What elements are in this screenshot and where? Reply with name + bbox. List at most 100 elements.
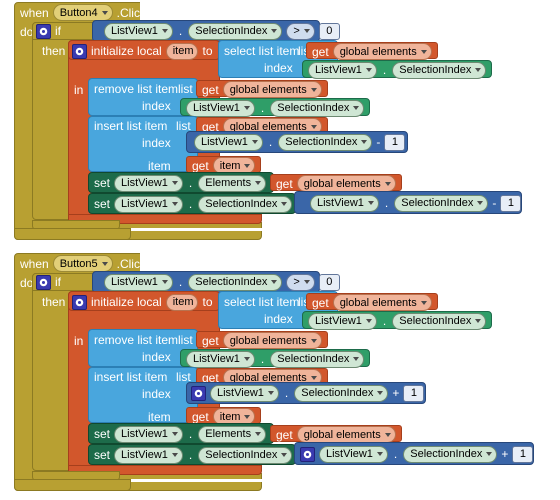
insert-index-math-row-2[interactable]: ListView1 . SelectionIndex + 1: [191, 384, 425, 402]
dropdown-caret-icon[interactable]: [281, 202, 288, 206]
dropdown-caret-icon[interactable]: [353, 106, 360, 110]
blocks-canvas[interactable]: when Button4 .Click do if ListView1 . Se…: [0, 0, 560, 500]
dropdown-caret-icon[interactable]: [486, 452, 493, 456]
property-dropdown[interactable]: SelectionIndex: [270, 350, 365, 368]
set-elements-row-2[interactable]: set ListView1 . Elements to: [94, 425, 280, 443]
component-dropdown[interactable]: ListView1: [308, 312, 377, 330]
set-component-dropdown-2[interactable]: ListView1: [114, 195, 183, 213]
get-item-insert-1[interactable]: get item: [186, 156, 262, 174]
dropdown-caret-icon[interactable]: [171, 432, 178, 436]
component-dropdown-button4[interactable]: Button4: [52, 4, 113, 21]
dropdown-caret-icon[interactable]: [420, 49, 427, 54]
dropdown-caret-icon[interactable]: [255, 181, 262, 185]
global-var-dropdown[interactable]: global elements: [296, 426, 396, 443]
compare-left-component-1[interactable]: ListView1: [104, 22, 173, 40]
set-selectionindex-row-2[interactable]: set ListView1 . SelectionIndex to: [94, 446, 306, 464]
dropdown-caret-icon[interactable]: [365, 68, 372, 72]
property-dropdown[interactable]: SelectionIndex: [294, 384, 389, 402]
math-operand-value[interactable]: 1: [403, 384, 425, 402]
compare-left-component-2[interactable]: ListView1: [104, 273, 173, 291]
compare-right-value-1[interactable]: 0: [318, 22, 340, 40]
dropdown-caret-icon[interactable]: [255, 432, 262, 436]
dropdown-caret-icon[interactable]: [281, 453, 288, 457]
get-global-elements-set-1[interactable]: get global elements: [270, 174, 402, 192]
global-var-dropdown[interactable]: global elements: [332, 294, 432, 311]
dropdown-caret-icon[interactable]: [377, 391, 384, 395]
component-dropdown-button5[interactable]: Button5: [52, 255, 113, 272]
dropdown-caret-icon[interactable]: [353, 357, 360, 361]
get-global-elements-remove-1[interactable]: get global elements: [196, 80, 328, 98]
set-property-dropdown-1[interactable]: Elements: [198, 174, 267, 192]
compare-row-1[interactable]: ListView1 . SelectionIndex > 0: [104, 22, 340, 40]
dropdown-caret-icon[interactable]: [310, 375, 317, 380]
component-dropdown[interactable]: ListView1: [310, 194, 379, 212]
component-dropdown[interactable]: ListView1: [319, 445, 388, 463]
mutator-gear-icon[interactable]: [72, 43, 87, 59]
dropdown-caret-icon[interactable]: [101, 10, 108, 15]
component-dropdown[interactable]: ListView1: [308, 61, 377, 79]
dropdown-caret-icon[interactable]: [244, 414, 251, 419]
component-dropdown[interactable]: ListView1: [186, 350, 255, 368]
dropdown-caret-icon[interactable]: [161, 29, 168, 33]
set-elements-row-1[interactable]: set ListView1 . Elements to: [94, 174, 280, 192]
dropdown-caret-icon[interactable]: [475, 68, 482, 72]
event-header-button4[interactable]: when Button4 .Click: [20, 4, 146, 21]
dropdown-caret-icon[interactable]: [161, 280, 168, 284]
dropdown-caret-icon[interactable]: [384, 432, 391, 437]
set-selectionindex-row-1[interactable]: set ListView1 . SelectionIndex to: [94, 195, 306, 213]
dropdown-caret-icon[interactable]: [376, 452, 383, 456]
dropdown-caret-icon[interactable]: [244, 163, 251, 168]
mutator-gear-icon[interactable]: [72, 294, 87, 310]
dropdown-caret-icon[interactable]: [171, 453, 178, 457]
dropdown-caret-icon[interactable]: [475, 319, 482, 323]
insert-index-math-row-1[interactable]: ListView1 . SelectionIndex - 1: [194, 133, 406, 151]
property-dropdown[interactable]: SelectionIndex: [403, 445, 498, 463]
get-global-elements-select-2[interactable]: get global elements: [306, 293, 438, 311]
set-component-dropdown-4[interactable]: ListView1: [114, 446, 183, 464]
dropdown-caret-icon[interactable]: [384, 181, 391, 186]
mutator-gear-icon[interactable]: [36, 274, 51, 290]
dropdown-caret-icon[interactable]: [310, 87, 317, 92]
component-dropdown[interactable]: ListView1: [194, 133, 263, 151]
math-operand-value[interactable]: 1: [512, 445, 534, 463]
dropdown-caret-icon[interactable]: [271, 280, 278, 284]
global-var-dropdown[interactable]: global elements: [222, 332, 322, 349]
get-global-elements-select-1[interactable]: get global elements: [306, 42, 438, 60]
if-row-1[interactable]: if: [36, 23, 61, 39]
get-global-elements-set-2[interactable]: get global elements: [270, 425, 402, 443]
dropdown-caret-icon[interactable]: [171, 181, 178, 185]
dropdown-caret-icon[interactable]: [365, 319, 372, 323]
component-dropdown[interactable]: ListView1: [186, 99, 255, 117]
mutator-gear-icon[interactable]: [36, 23, 51, 39]
init-local-row-2[interactable]: initialize local item to: [72, 293, 213, 311]
local-var-name-1[interactable]: item: [165, 42, 199, 60]
listview-selectionindex-remove-2[interactable]: ListView1 . SelectionIndex: [180, 349, 371, 368]
local-var-name-2[interactable]: item: [165, 293, 199, 311]
dropdown-caret-icon[interactable]: [251, 140, 258, 144]
dropdown-caret-icon[interactable]: [101, 261, 108, 266]
global-var-dropdown[interactable]: global elements: [222, 81, 322, 98]
compare-operator-2[interactable]: >: [286, 273, 315, 291]
dropdown-caret-icon[interactable]: [267, 391, 274, 395]
dropdown-caret-icon[interactable]: [243, 357, 250, 361]
compare-operator-1[interactable]: >: [286, 22, 315, 40]
if-row-2[interactable]: if: [36, 274, 61, 290]
property-dropdown[interactable]: SelectionIndex: [270, 99, 365, 117]
set-component-dropdown-3[interactable]: ListView1: [114, 425, 183, 443]
dropdown-caret-icon[interactable]: [477, 201, 484, 205]
get-global-elements-remove-2[interactable]: get global elements: [196, 331, 328, 349]
property-dropdown[interactable]: SelectionIndex: [278, 133, 373, 151]
dropdown-caret-icon[interactable]: [171, 202, 178, 206]
global-var-dropdown[interactable]: global elements: [296, 175, 396, 192]
property-dropdown[interactable]: SelectionIndex: [392, 61, 487, 79]
mutator-gear-icon[interactable]: [300, 446, 315, 462]
listview-selectionindex-select-1[interactable]: ListView1 . SelectionIndex: [302, 60, 493, 79]
compare-row-2[interactable]: ListView1 . SelectionIndex > 0: [104, 273, 340, 291]
global-var-dropdown[interactable]: global elements: [332, 43, 432, 60]
listview-selectionindex-remove-1[interactable]: ListView1 . SelectionIndex: [180, 98, 371, 117]
dropdown-caret-icon[interactable]: [243, 106, 250, 110]
dropdown-caret-icon[interactable]: [310, 124, 317, 129]
set-property-dropdown-3[interactable]: Elements: [198, 425, 267, 443]
init-local-row-1[interactable]: initialize local item to: [72, 42, 213, 60]
compare-right-value-2[interactable]: 0: [318, 273, 340, 291]
